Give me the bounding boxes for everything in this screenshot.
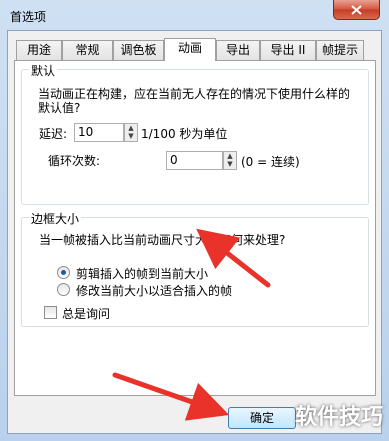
arrow-to-ok-button [112,372,230,421]
annotation-arrows [112,228,271,421]
tab-animation[interactable]: 动画 [164,38,216,61]
watermark: 软件技巧 [294,405,383,430]
arrow-to-crop-option [196,228,271,288]
window-frame: 首选项 用途 常规 调色板 动画 导出 导出 II 帧提示 默认 当动画正在构建… [0,0,389,441]
